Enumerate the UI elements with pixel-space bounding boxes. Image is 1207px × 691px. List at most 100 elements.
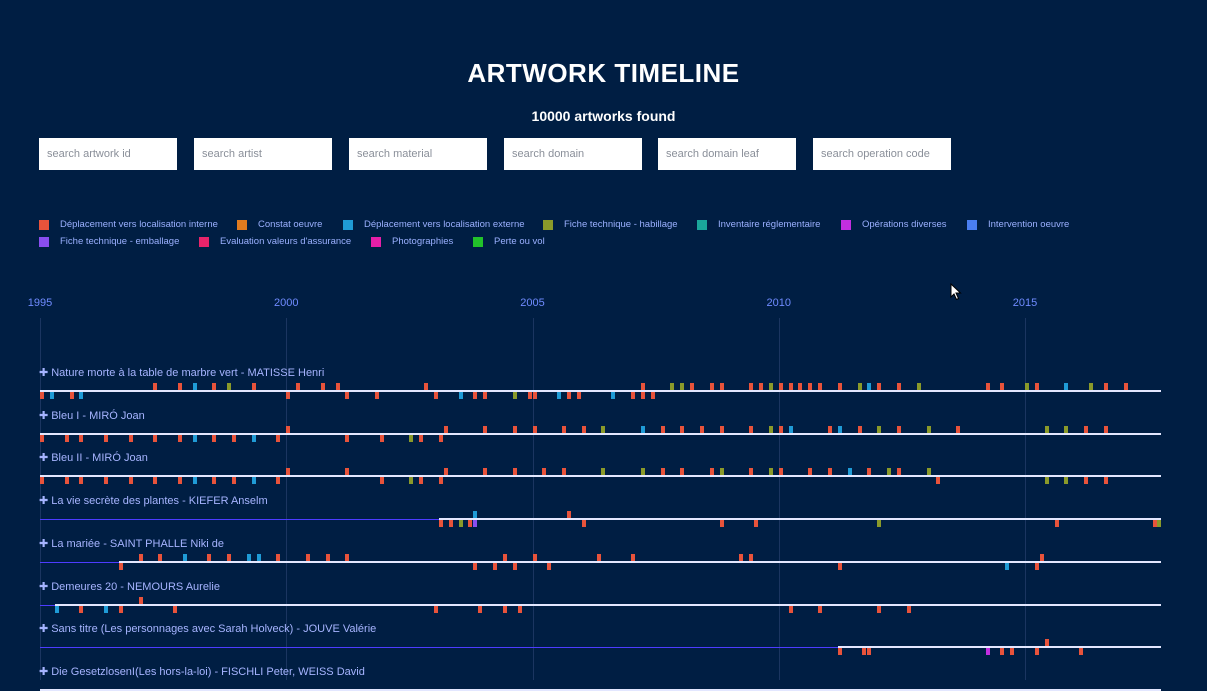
event-marker[interactable] — [1084, 477, 1089, 485]
event-marker[interactable] — [458, 520, 463, 528]
expand-plus-icon[interactable]: ✚ — [39, 452, 48, 464]
event-marker[interactable] — [640, 383, 645, 390]
event-marker[interactable] — [345, 468, 350, 476]
event-marker[interactable] — [877, 425, 882, 433]
artwork-row-label[interactable]: ✚ La mariée - SAINT PHALLE Niki de — [39, 537, 224, 550]
event-marker[interactable] — [192, 434, 197, 442]
event-marker[interactable] — [867, 468, 872, 476]
event-marker[interactable] — [749, 553, 754, 561]
event-marker[interactable] — [749, 425, 754, 433]
event-marker[interactable] — [660, 468, 665, 476]
event-marker[interactable] — [251, 383, 256, 390]
legend-item[interactable]: Opérations diverses — [841, 219, 946, 230]
event-marker[interactable] — [473, 511, 478, 519]
event-marker[interactable] — [867, 383, 872, 390]
event-marker[interactable] — [158, 553, 163, 561]
event-marker[interactable] — [828, 468, 832, 476]
event-marker[interactable] — [906, 605, 911, 613]
event-marker[interactable] — [276, 434, 281, 442]
event-marker[interactable] — [1000, 648, 1005, 656]
event-marker[interactable] — [305, 553, 310, 561]
event-marker[interactable] — [547, 562, 552, 570]
event-marker[interactable] — [232, 477, 237, 485]
event-marker[interactable] — [670, 383, 675, 390]
event-marker[interactable] — [286, 468, 291, 476]
event-marker[interactable] — [104, 434, 109, 442]
artwork-row-label[interactable]: ✚ Nature morte à la table de marbre vert … — [39, 366, 324, 379]
legend-item[interactable]: Fiche technique - emballage — [39, 236, 179, 247]
event-marker[interactable] — [1000, 383, 1005, 390]
event-marker[interactable] — [419, 434, 424, 442]
event-marker[interactable] — [798, 383, 803, 390]
event-marker[interactable] — [512, 468, 517, 476]
event-marker[interactable] — [325, 553, 330, 561]
event-marker[interactable] — [1103, 477, 1108, 485]
expand-plus-icon[interactable]: ✚ — [39, 410, 48, 422]
event-marker[interactable] — [788, 383, 793, 390]
event-marker[interactable] — [660, 425, 665, 433]
event-marker[interactable] — [1064, 383, 1069, 390]
event-marker[interactable] — [192, 383, 197, 390]
event-marker[interactable] — [650, 392, 655, 399]
event-marker[interactable] — [680, 468, 685, 476]
event-marker[interactable] — [379, 434, 384, 442]
event-marker[interactable] — [177, 434, 182, 442]
event-marker[interactable] — [232, 434, 237, 442]
legend-item[interactable]: Constat oeuvre — [237, 219, 322, 230]
event-marker[interactable] — [768, 425, 773, 433]
event-marker[interactable] — [69, 392, 74, 399]
event-marker[interactable] — [808, 383, 813, 390]
event-marker[interactable] — [847, 468, 852, 476]
event-marker[interactable] — [177, 383, 182, 390]
event-marker[interactable] — [778, 425, 783, 433]
event-marker[interactable] — [877, 383, 882, 390]
search-domain-input[interactable] — [504, 138, 642, 170]
event-marker[interactable] — [896, 383, 901, 390]
event-marker[interactable] — [532, 425, 537, 433]
legend-item[interactable]: Evaluation valeurs d'assurance — [199, 236, 351, 247]
legend-item[interactable]: Photographies — [371, 236, 453, 247]
event-marker[interactable] — [596, 553, 601, 561]
event-marker[interactable] — [345, 434, 350, 442]
artwork-row-label[interactable]: ✚ Bleu I - MIRÓ Joan — [39, 409, 145, 422]
event-marker[interactable] — [419, 477, 424, 485]
event-marker[interactable] — [227, 383, 232, 390]
event-marker[interactable] — [512, 425, 517, 433]
event-marker[interactable] — [926, 468, 931, 476]
event-marker[interactable] — [438, 477, 443, 485]
event-marker[interactable] — [512, 392, 517, 399]
event-marker[interactable] — [566, 511, 571, 519]
event-marker[interactable] — [542, 468, 547, 476]
event-marker[interactable] — [956, 425, 961, 433]
event-marker[interactable] — [443, 425, 448, 433]
event-marker[interactable] — [640, 468, 645, 476]
search-operation-code-input[interactable] — [813, 138, 951, 170]
event-marker[interactable] — [438, 434, 443, 442]
event-marker[interactable] — [788, 605, 793, 613]
event-marker[interactable] — [837, 425, 842, 433]
event-marker[interactable] — [79, 392, 84, 399]
event-marker[interactable] — [1044, 477, 1049, 485]
event-marker[interactable] — [680, 425, 685, 433]
expand-plus-icon[interactable]: ✚ — [39, 367, 48, 379]
event-marker[interactable] — [458, 392, 463, 399]
event-marker[interactable] — [877, 520, 882, 528]
legend-item[interactable]: Intervention oeuvre — [967, 219, 1069, 230]
event-marker[interactable] — [778, 468, 783, 476]
event-marker[interactable] — [104, 477, 109, 485]
event-marker[interactable] — [862, 648, 867, 656]
event-marker[interactable] — [749, 383, 754, 390]
event-marker[interactable] — [719, 468, 724, 476]
legend-item[interactable]: Déplacement vers localisation interne — [39, 219, 218, 230]
event-marker[interactable] — [79, 434, 84, 442]
event-marker[interactable] — [719, 425, 724, 433]
event-marker[interactable] — [778, 383, 783, 390]
event-marker[interactable] — [768, 383, 773, 390]
artwork-row-label[interactable]: ✚ Bleu II - MIRÓ Joan — [39, 451, 148, 464]
event-marker[interactable] — [985, 383, 990, 390]
event-marker[interactable] — [709, 468, 714, 476]
event-marker[interactable] — [517, 605, 522, 613]
event-marker[interactable] — [424, 383, 429, 390]
event-marker[interactable] — [227, 553, 232, 561]
search-material-input[interactable] — [349, 138, 487, 170]
